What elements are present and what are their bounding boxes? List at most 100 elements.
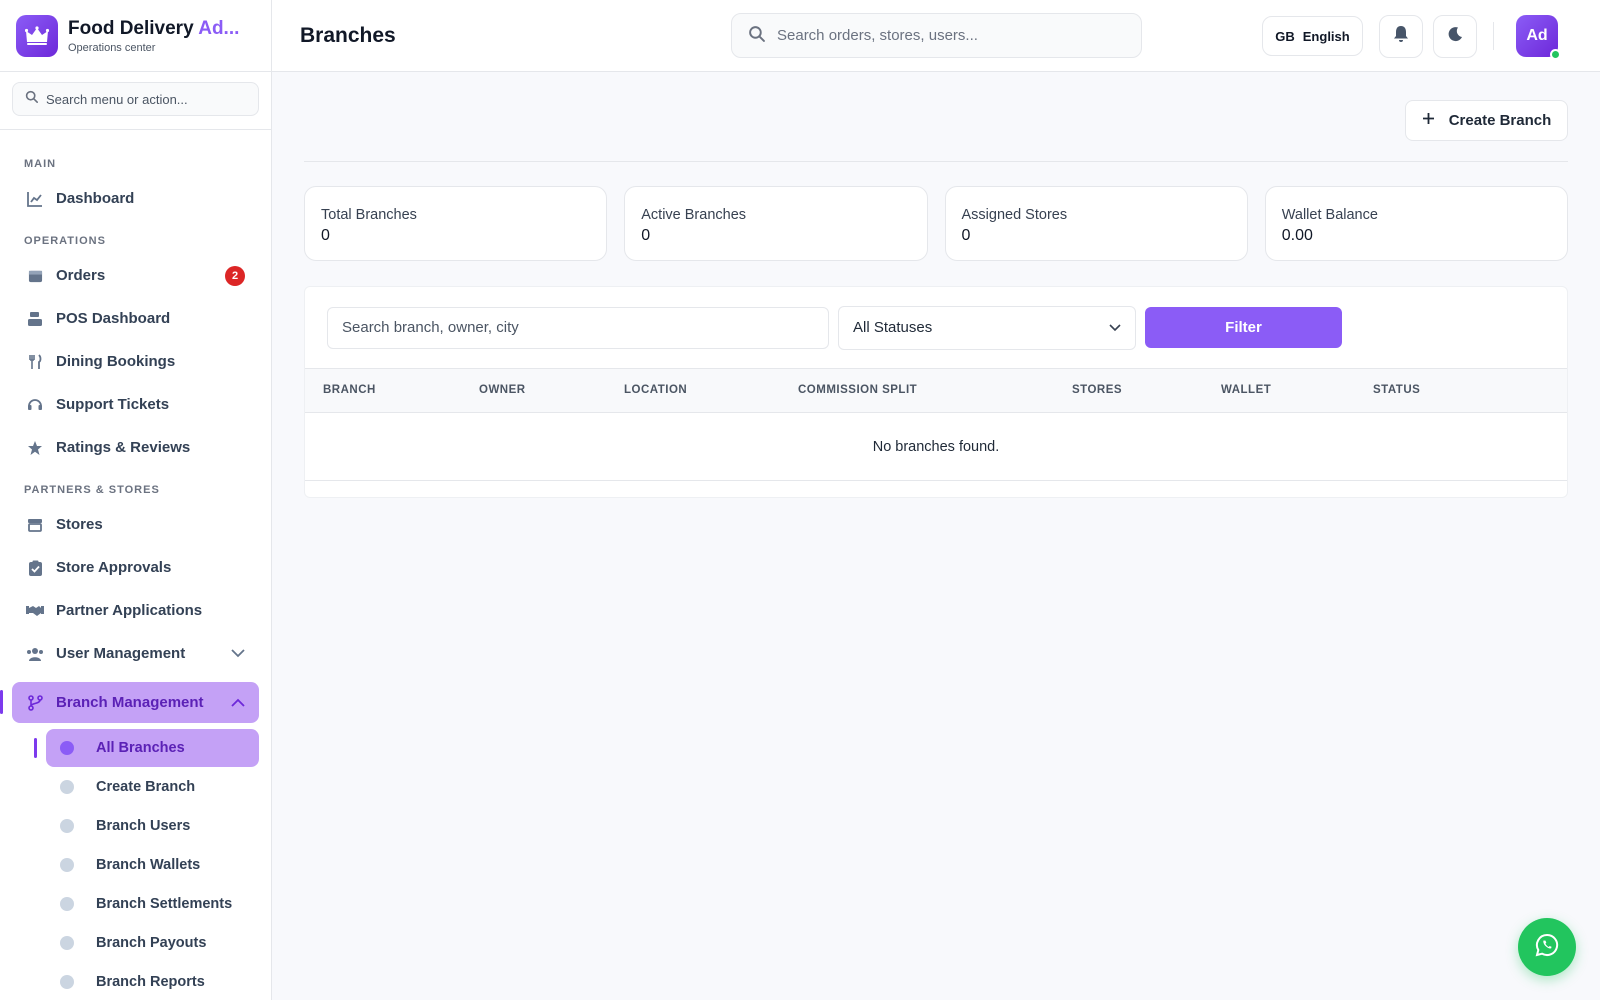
stat-label: Active Branches xyxy=(641,207,747,223)
submenu-item-label: All Branches xyxy=(96,740,185,756)
submenu-item-branch-settlements[interactable]: Branch Settlements xyxy=(46,885,259,923)
sidebar-item-label: User Management xyxy=(56,645,186,662)
avatar-initials: Ad xyxy=(1526,27,1548,44)
column-header-status[interactable]: STATUS xyxy=(1373,384,1420,396)
box-icon xyxy=(26,267,44,285)
sidebar-item-user-management[interactable]: User Management xyxy=(12,633,259,674)
column-header-branch[interactable]: BRANCH xyxy=(323,384,376,396)
create-branch-label: Create Branch xyxy=(1448,112,1552,129)
bullet-icon xyxy=(60,975,74,989)
users-icon xyxy=(26,645,44,663)
sidebar-item-partner-applications[interactable]: Partner Applications xyxy=(12,590,259,631)
sidebar: Food Delivery Ad... Operations center MA… xyxy=(0,0,272,1000)
submenu-item-branch-reports[interactable]: Branch Reports xyxy=(46,963,259,1000)
global-search xyxy=(731,13,1142,58)
column-header-owner[interactable]: OWNER xyxy=(479,384,526,396)
stat-card-assigned-stores: Assigned Stores 0 xyxy=(944,186,1248,261)
stat-value: 0 xyxy=(961,227,971,244)
sidebar-item-label: Partner Applications xyxy=(56,602,203,619)
page-actions: Create Branch xyxy=(304,72,1568,162)
sidebar-item-label: Store Approvals xyxy=(56,559,172,576)
bullet-icon xyxy=(60,936,74,950)
sidebar-item-ratings-reviews[interactable]: Ratings & Reviews xyxy=(12,427,259,468)
sidebar-item-pos-dashboard[interactable]: POS Dashboard xyxy=(12,298,259,339)
stat-value: 0.00 xyxy=(1281,227,1313,244)
sidebar-item-orders[interactable]: Orders 2 xyxy=(12,255,259,296)
notifications-button[interactable] xyxy=(1379,15,1423,58)
language-code: GB xyxy=(1275,28,1295,44)
sidebar-item-label: Dashboard xyxy=(56,190,135,207)
active-indicator xyxy=(34,738,37,758)
handshake-icon xyxy=(26,602,44,620)
sidebar-item-label: POS Dashboard xyxy=(56,310,171,327)
store-icon xyxy=(26,516,44,534)
clipboard-check-icon xyxy=(26,559,44,577)
chevron-down-icon xyxy=(1109,319,1121,336)
sidebar-item-dashboard[interactable]: Dashboard xyxy=(12,178,259,219)
sidebar-search-input[interactable] xyxy=(46,91,246,107)
submenu-item-branch-users[interactable]: Branch Users xyxy=(46,807,259,845)
sidebar-item-branch-management[interactable]: Branch Management xyxy=(0,682,259,723)
column-header-location[interactable]: LOCATION xyxy=(624,384,687,396)
branch-search-input[interactable] xyxy=(327,306,829,349)
cash-register-icon xyxy=(26,310,44,328)
table-footer xyxy=(305,481,1567,497)
whatsapp-chat-button[interactable] xyxy=(1518,918,1576,976)
sidebar-nav: MAIN Dashboard OPERATIONS Orders 2 POS D… xyxy=(0,130,271,1000)
theme-toggle-button[interactable] xyxy=(1433,15,1477,58)
active-indicator xyxy=(0,690,3,714)
user-avatar[interactable]: Ad xyxy=(1516,15,1561,60)
stat-card-total-branches: Total Branches 0 xyxy=(304,186,608,261)
bullet-icon xyxy=(60,741,74,755)
status-select[interactable]: All Statuses xyxy=(838,305,1136,350)
branches-table-card: All Statuses Filter BRANCH OWNER LOCATIO… xyxy=(304,286,1568,498)
sidebar-item-label: Orders xyxy=(56,267,106,284)
bullet-icon xyxy=(60,780,74,794)
crown-icon xyxy=(16,14,58,57)
submenu-item-label: Branch Users xyxy=(96,818,191,834)
star-icon xyxy=(26,439,44,457)
submenu-item-create-branch[interactable]: Create Branch xyxy=(46,768,259,806)
language-selector[interactable]: GB English xyxy=(1262,16,1363,56)
utensils-icon xyxy=(26,353,44,371)
sidebar-item-stores[interactable]: Stores xyxy=(12,504,259,545)
bullet-icon xyxy=(60,897,74,911)
sidebar-search xyxy=(12,82,259,116)
main-content: Create Branch Total Branches 0 Active Br… xyxy=(304,72,1568,498)
global-search-input[interactable] xyxy=(777,27,1117,44)
create-branch-button[interactable]: Create Branch xyxy=(1405,100,1568,141)
top-header: Branches GB English Ad xyxy=(272,0,1600,72)
header-divider xyxy=(1493,22,1494,50)
submenu-item-label: Create Branch xyxy=(96,779,196,795)
sidebar-item-label: Dining Bookings xyxy=(56,353,176,370)
bell-icon xyxy=(1393,25,1409,48)
section-label-main: MAIN xyxy=(24,158,57,170)
filter-button[interactable]: Filter xyxy=(1145,307,1342,348)
plus-icon xyxy=(1422,112,1435,129)
sidebar-item-dining-bookings[interactable]: Dining Bookings xyxy=(12,341,259,382)
brand[interactable]: Food Delivery Ad... Operations center xyxy=(0,0,271,72)
sidebar-item-label: Support Tickets xyxy=(56,396,170,413)
bullet-icon xyxy=(60,858,74,872)
column-header-wallet[interactable]: WALLET xyxy=(1221,384,1271,396)
branch-submenu: All Branches Create Branch Branch Users … xyxy=(12,729,259,1000)
online-status-dot xyxy=(1550,49,1561,60)
sidebar-item-store-approvals[interactable]: Store Approvals xyxy=(12,547,259,588)
column-header-stores[interactable]: STORES xyxy=(1072,384,1122,396)
sidebar-item-label: Branch Management xyxy=(56,694,204,711)
sidebar-item-support-tickets[interactable]: Support Tickets xyxy=(12,384,259,425)
column-header-commission-split[interactable]: COMMISSION SPLIT xyxy=(798,384,917,396)
submenu-item-branch-wallets[interactable]: Branch Wallets xyxy=(46,846,259,884)
section-label-partners: PARTNERS & STORES xyxy=(24,484,160,496)
headset-icon xyxy=(26,396,44,414)
orders-count-badge: 2 xyxy=(225,265,245,286)
whatsapp-icon xyxy=(1535,933,1559,962)
table-empty-state: No branches found. xyxy=(305,413,1567,481)
submenu-item-label: Branch Settlements xyxy=(96,896,233,912)
table-header: BRANCH OWNER LOCATION COMMISSION SPLIT S… xyxy=(305,368,1567,413)
stat-card-active-branches: Active Branches 0 xyxy=(624,186,928,261)
section-label-operations: OPERATIONS xyxy=(24,235,106,247)
submenu-item-branch-payouts[interactable]: Branch Payouts xyxy=(46,924,259,962)
submenu-item-label: Branch Payouts xyxy=(96,935,207,951)
submenu-item-all-branches[interactable]: All Branches xyxy=(34,729,259,767)
